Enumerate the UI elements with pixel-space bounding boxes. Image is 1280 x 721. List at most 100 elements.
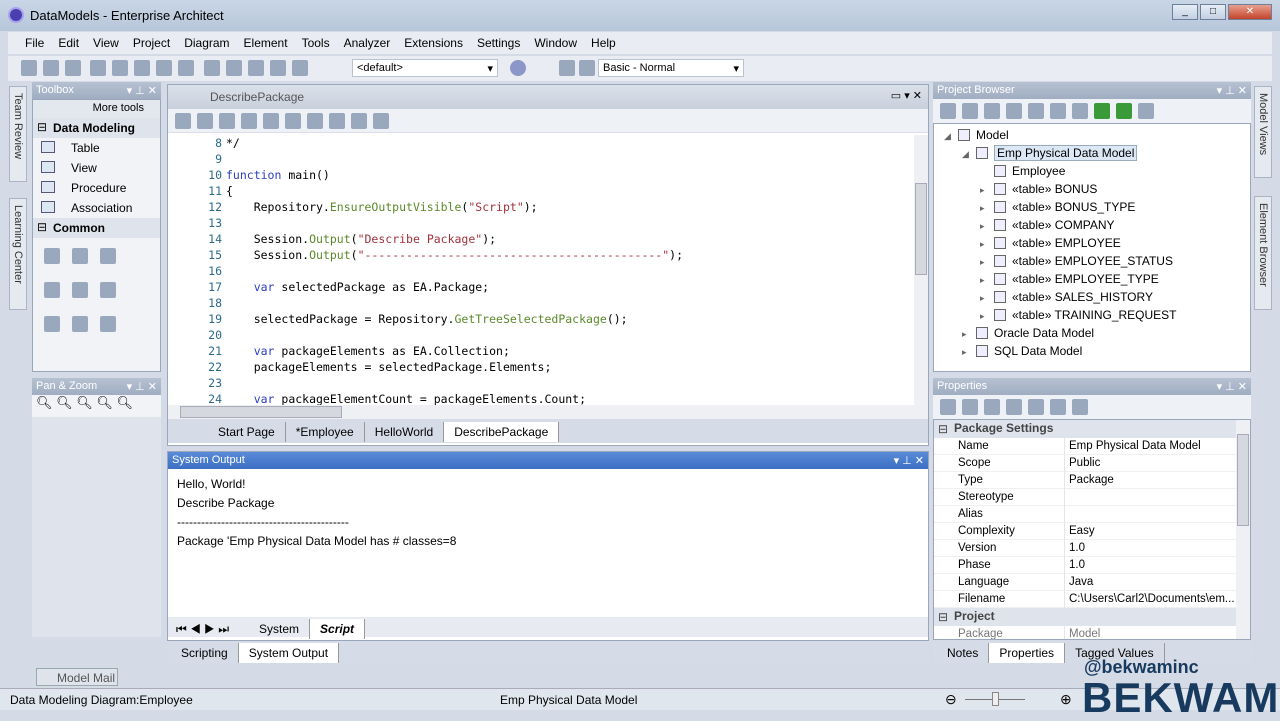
new-view-icon[interactable] xyxy=(962,103,978,119)
section-project[interactable]: Project xyxy=(934,608,1250,626)
common-tool-icon[interactable] xyxy=(100,282,116,298)
tool-icon[interactable] xyxy=(984,399,1000,415)
side-tab-team-review[interactable]: Team Review xyxy=(9,86,27,182)
tree-item-diagram[interactable]: Employee xyxy=(934,162,1250,180)
expand-icon[interactable]: ▸ xyxy=(980,289,994,307)
expand-icon[interactable]: ▸ xyxy=(980,217,994,235)
expand-icon[interactable]: ▸ xyxy=(980,199,994,217)
help-icon[interactable] xyxy=(1138,103,1154,119)
common-tool-icon[interactable] xyxy=(72,282,88,298)
pan-zoom-canvas[interactable] xyxy=(32,417,161,637)
text-tool-icon[interactable] xyxy=(100,248,116,264)
menu-tools[interactable]: Tools xyxy=(295,32,337,50)
tree-item-table[interactable]: ▸ «table» EMPLOYEE_TYPE xyxy=(934,270,1250,288)
group-common[interactable]: Common xyxy=(33,218,160,238)
code-area[interactable]: 8 */ 9 10 function main() 11 {12 Repository.En… xyxy=(168,133,928,405)
menu-extensions[interactable]: Extensions xyxy=(397,32,470,50)
move-up-icon[interactable] xyxy=(1094,103,1110,119)
tab-employee[interactable]: *Employee xyxy=(286,422,365,442)
step-into-icon[interactable] xyxy=(263,113,279,129)
find-icon[interactable] xyxy=(203,60,220,76)
zoom-out-icon[interactable]: ⊖ xyxy=(945,691,957,708)
menu-diagram[interactable]: Diagram xyxy=(177,32,236,50)
property-row[interactable]: Stereotype xyxy=(934,489,1250,506)
property-row[interactable]: Filename C:\Users\Carl2\Documents\em... xyxy=(934,591,1250,608)
workspace-icon[interactable] xyxy=(579,60,595,76)
tree-item-table[interactable]: ▸ «table» EMPLOYEE_STATUS xyxy=(934,252,1250,270)
open-icon[interactable] xyxy=(43,60,59,76)
collapse-icon[interactable]: ◢ xyxy=(962,145,976,163)
toolbox-item-view[interactable]: View xyxy=(33,158,160,178)
save-icon[interactable] xyxy=(65,60,81,76)
property-value[interactable]: C:\Users\Carl2\Documents\em... xyxy=(1064,591,1235,608)
menu-view[interactable]: View xyxy=(86,32,126,50)
expand-icon[interactable]: ▸ xyxy=(980,253,994,271)
search-diagram-icon[interactable] xyxy=(291,60,308,76)
toolbox-item-association[interactable]: Association xyxy=(33,198,160,218)
common-tool-icon[interactable] xyxy=(44,248,60,264)
move-down-icon[interactable] xyxy=(1116,103,1132,119)
tab-startpage[interactable]: Start Page xyxy=(208,422,286,442)
menu-window[interactable]: Window xyxy=(527,32,584,50)
categorized-icon[interactable] xyxy=(940,399,956,415)
properties-icon[interactable] xyxy=(1050,103,1066,119)
expand-icon[interactable]: ▸ xyxy=(980,271,994,289)
sort-az-icon[interactable] xyxy=(962,399,978,415)
new-diagram-icon[interactable] xyxy=(984,103,1000,119)
output-nav-icon[interactable]: ⏮ ◀ ▶ ⏭ xyxy=(176,622,249,636)
tab-notes[interactable]: Notes xyxy=(937,643,990,663)
paste-icon[interactable] xyxy=(134,60,151,76)
tab-properties[interactable]: Properties xyxy=(989,643,1066,663)
property-row[interactable]: Language Java xyxy=(934,574,1250,591)
save-all-icon[interactable] xyxy=(197,113,213,129)
side-tab-model-views[interactable]: Model Views xyxy=(1254,86,1272,178)
common-tool-icon[interactable] xyxy=(44,282,60,298)
property-value[interactable]: Package xyxy=(1064,472,1114,489)
tree-item-table[interactable]: ▸ «table» BONUS xyxy=(934,180,1250,198)
find-icon[interactable] xyxy=(1028,103,1044,119)
help-icon[interactable] xyxy=(510,60,526,76)
workspace-select[interactable]: Basic - Normal ▾ xyxy=(598,59,744,77)
toolbox-item-table[interactable]: Table xyxy=(33,138,160,158)
panel-controls-icon[interactable]: ▾ ⊥ ✕ xyxy=(127,84,157,97)
close-button[interactable]: ✕ xyxy=(1228,4,1272,20)
section-package-settings[interactable]: Package Settings xyxy=(934,420,1250,438)
property-row[interactable]: Version 1.0 xyxy=(934,540,1250,557)
collapse-icon[interactable]: ◢ xyxy=(944,127,958,145)
property-value[interactable]: Model xyxy=(1064,626,1100,639)
panel-controls-icon[interactable]: ▾ ⊥ ✕ xyxy=(894,454,924,467)
common-tool-icon[interactable] xyxy=(72,316,88,332)
tree-item-package[interactable]: ▸ Oracle Data Model xyxy=(934,324,1250,342)
side-tab-learning-center[interactable]: Learning Center xyxy=(9,198,27,310)
property-value[interactable]: Easy xyxy=(1064,523,1095,540)
debug-icon[interactable] xyxy=(241,113,257,129)
redo-icon[interactable] xyxy=(178,60,195,76)
new-icon[interactable] xyxy=(21,60,37,76)
menu-settings[interactable]: Settings xyxy=(470,32,527,50)
tool-icon[interactable] xyxy=(1006,399,1022,415)
property-value[interactable]: Java xyxy=(1064,574,1093,591)
more-tools-button[interactable]: More tools xyxy=(33,100,160,118)
layout-icon[interactable] xyxy=(559,60,575,76)
step-over-icon[interactable] xyxy=(285,113,301,129)
tab-script[interactable]: Script xyxy=(310,619,366,639)
tree-item-table[interactable]: ▸ «table» TRAINING_REQUEST xyxy=(934,306,1250,324)
tab-helloworld[interactable]: HelloWorld xyxy=(365,422,445,442)
tree-item-package[interactable]: ◢ Emp Physical Data Model xyxy=(934,144,1250,162)
perspective-select[interactable]: <default> ▾ xyxy=(352,59,498,77)
panel-controls-icon[interactable]: ▾ ⊥ ✕ xyxy=(1217,84,1247,97)
toolbox-item-procedure[interactable]: Procedure xyxy=(33,178,160,198)
tree-item-table[interactable]: ▸ «table» EMPLOYEE xyxy=(934,234,1250,252)
expand-icon[interactable]: ▸ xyxy=(980,181,994,199)
common-tool-icon[interactable] xyxy=(100,316,116,332)
menu-analyzer[interactable]: Analyzer xyxy=(337,32,398,50)
panel-controls-icon[interactable]: ▭ ▾ ✕ xyxy=(891,89,922,102)
property-value[interactable] xyxy=(1064,489,1069,506)
tree-item-table[interactable]: ▸ «table» SALES_HISTORY xyxy=(934,288,1250,306)
menu-edit[interactable]: Edit xyxy=(51,32,86,50)
property-row[interactable]: Type Package xyxy=(934,472,1250,489)
group-data-modeling[interactable]: Data Modeling xyxy=(33,118,160,138)
property-row[interactable]: Phase 1.0 xyxy=(934,557,1250,574)
model-mail-button[interactable]: Model Mail xyxy=(36,668,118,686)
stop-icon[interactable] xyxy=(329,113,345,129)
